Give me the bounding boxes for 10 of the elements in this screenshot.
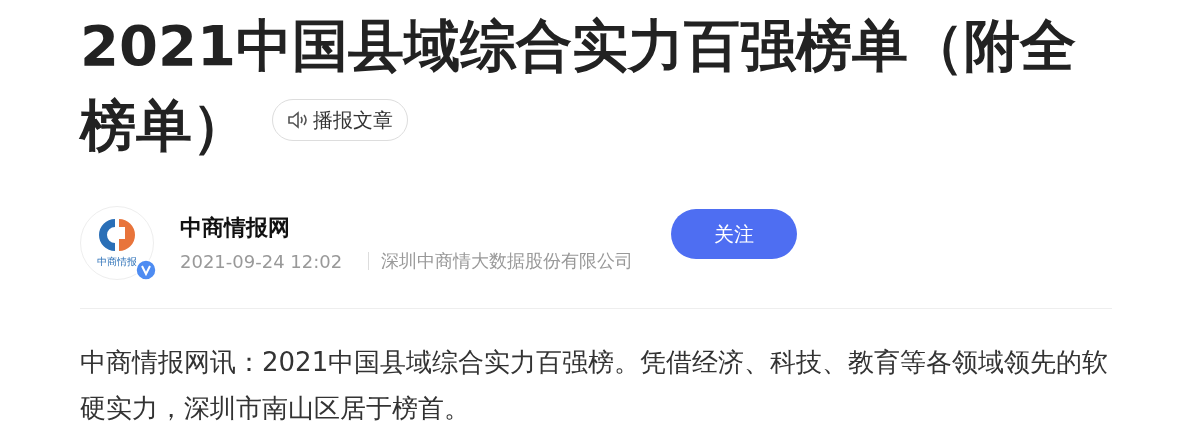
follow-button[interactable]: 关注 (671, 209, 798, 259)
speaker-icon (287, 109, 309, 130)
article-paragraph: 中商情报网讯：2021中国县域综合实力百强榜。凭借经济、科技、教育等各领域领先的软硬实力，深圳市南山区居于榜首。 (80, 346, 1110, 425)
publish-time: 2021-09-24 12:02 (180, 250, 343, 272)
logo-icon (97, 217, 137, 253)
avatar-caption: 中商情报 (97, 255, 137, 269)
organization-name: 深圳中商情大数据股份有限公司 (381, 249, 634, 273)
author-name[interactable]: 中商情报网 (180, 213, 634, 243)
listen-button[interactable]: 播报文章 (272, 98, 408, 141)
article-title: 2021中国县域综合实力百强榜单（附全榜单） 播报文章 (80, 12, 1077, 160)
